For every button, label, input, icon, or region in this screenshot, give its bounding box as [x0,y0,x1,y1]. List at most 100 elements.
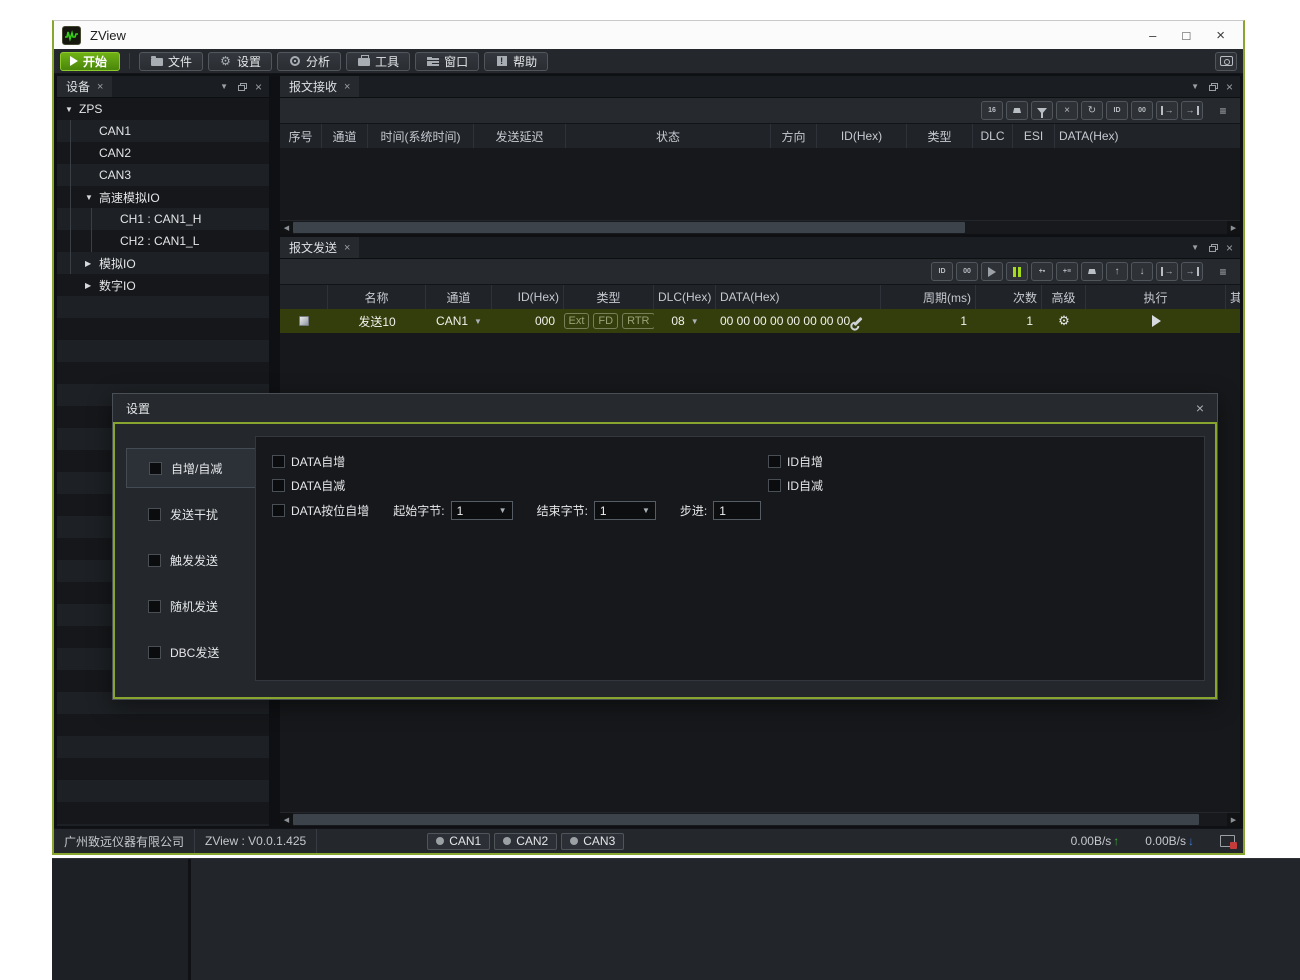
menu-button-settings[interactable]: ⚙ 设置 [208,52,272,71]
can3-status-button[interactable]: CAN3 [561,833,624,850]
menu-button-window[interactable]: 窗口 [415,52,479,71]
screenshot-button[interactable] [1215,52,1237,71]
dialog-tab-random-send[interactable]: 随机发送 [126,586,255,626]
panel-dropdown-icon[interactable]: ▼ [220,82,228,91]
clear-icon[interactable] [1006,101,1028,120]
tree-item-can2[interactable]: CAN2 [57,142,269,164]
edit-data-icon[interactable] [853,316,862,325]
frame-id[interactable]: 000 [492,309,564,333]
id-format-icon[interactable]: ID [931,262,953,281]
tab-close-icon[interactable]: × [344,242,350,254]
can1-status-button[interactable]: CAN1 [427,833,490,850]
send-hscrollbar[interactable]: ◀ ▶ [280,812,1240,826]
checkbox[interactable] [768,455,781,468]
move-down-icon[interactable]: ↓ [1131,262,1153,281]
panel-float-icon[interactable] [1209,246,1216,252]
count-value[interactable]: 1 [976,309,1042,333]
refresh-icon[interactable]: ↻ [1081,101,1103,120]
panel-close-icon[interactable]: × [255,80,262,94]
scroll-right-icon[interactable]: ▶ [1227,813,1240,826]
pause-all-icon[interactable] [1006,262,1028,281]
send-table-row[interactable]: 发送10 CAN1 ▼ 000 Ext FD RTR 08 ▼ [280,309,1240,333]
add-list-icon[interactable]: +≡ [1056,262,1078,281]
checkbox[interactable] [272,504,285,517]
menu-icon[interactable]: ≡ [1212,101,1234,120]
checkbox[interactable] [148,646,161,659]
clear-icon[interactable] [1081,262,1103,281]
tree-item-highspeed-analog-io[interactable]: ▼ 高速模拟IO [57,186,269,208]
checkbox[interactable] [148,600,161,613]
scroll-right-icon[interactable]: ▶ [1227,221,1240,234]
step-input[interactable]: 1 [713,501,761,520]
checkbox[interactable] [272,455,285,468]
data-dec-option[interactable]: DATA自减 [272,477,345,494]
checkbox[interactable] [149,462,162,475]
checkbox[interactable] [148,554,161,567]
expand-icon[interactable]: ▼ [85,193,99,202]
menu-button-help[interactable]: ! 帮助 [484,52,548,71]
move-up-icon[interactable]: ↑ [1106,262,1128,281]
tab-close-icon[interactable]: × [97,81,103,93]
fd-chip[interactable]: FD [593,313,618,329]
scroll-left-icon[interactable]: ◀ [280,221,293,234]
clear-filter-icon[interactable]: × [1056,101,1078,120]
import-icon[interactable]: → [1181,101,1203,120]
tab-send[interactable]: 报文发送 × [280,237,359,258]
end-byte-select[interactable]: 1 ▼ [594,501,656,520]
checkbox[interactable] [272,479,285,492]
menu-button-file[interactable]: 文件 [139,52,203,71]
id-format-icon[interactable]: ID [1106,101,1128,120]
execute-play-icon[interactable] [1152,315,1161,327]
dialog-close-icon[interactable]: × [1196,400,1204,416]
tree-item-analog-io[interactable]: ▶ 模拟IO [57,252,269,274]
collapse-icon[interactable]: ▶ [85,259,99,268]
tree-item-ch2[interactable]: CH2 : CAN1_L [57,230,269,252]
export-icon[interactable]: → [1156,101,1178,120]
panel-close-icon[interactable]: × [1226,241,1233,255]
menu-button-analysis[interactable]: 分析 [277,52,341,71]
frame-data[interactable]: 00 00 00 00 00 00 00 00 [716,309,881,333]
can2-status-button[interactable]: CAN2 [494,833,557,850]
rtr-chip[interactable]: RTR [622,313,654,329]
menu-button-tools[interactable]: 工具 [346,52,410,71]
receive-table-body[interactable] [280,148,1240,220]
maximize-icon[interactable]: □ [1182,29,1190,42]
scroll-left-icon[interactable]: ◀ [280,813,293,826]
filter-icon[interactable] [1031,101,1053,120]
receive-hscrollbar[interactable]: ◀ ▶ [280,220,1240,234]
frame-name[interactable]: 发送10 [328,309,426,333]
time-display-icon[interactable]: 16 [981,101,1003,120]
data-format-icon[interactable]: 00 [956,262,978,281]
export-icon[interactable]: → [1156,262,1178,281]
start-all-icon[interactable] [981,262,1003,281]
id-inc-option[interactable]: ID自增 [768,453,823,470]
channel-select[interactable]: CAN1 ▼ [426,309,492,333]
dialog-tab-dbc-send[interactable]: DBC发送 [126,632,255,672]
panel-float-icon[interactable] [1209,85,1216,91]
period-value[interactable]: 1 [881,309,976,333]
data-format-icon[interactable]: 00 [1131,101,1153,120]
tab-close-icon[interactable]: × [344,81,350,93]
ext-chip[interactable]: Ext [564,313,589,329]
tab-devices[interactable]: 设备 × [57,76,112,97]
tab-receive[interactable]: 报文接收 × [280,76,359,97]
data-inc-option[interactable]: DATA自增 [272,453,345,470]
minimize-icon[interactable]: – [1149,29,1156,42]
tree-item-ch1[interactable]: CH1 : CAN1_H [57,208,269,230]
menu-icon[interactable]: ≡ [1212,262,1234,281]
panel-close-icon[interactable]: × [1226,80,1233,94]
tree-item-can1[interactable]: CAN1 [57,120,269,142]
dialog-tab-trigger-send[interactable]: 触发发送 [126,540,255,580]
checkbox[interactable] [768,479,781,492]
close-icon[interactable]: × [1216,28,1225,43]
tree-item-can3[interactable]: CAN3 [57,164,269,186]
add-frame-icon[interactable]: +▪ [1031,262,1053,281]
start-byte-select[interactable]: 1 ▼ [451,501,513,520]
expand-icon[interactable]: ▼ [65,105,79,114]
checkbox[interactable] [148,508,161,521]
tree-item-digital-io[interactable]: ▶ 数字IO [57,274,269,296]
collapse-icon[interactable]: ▶ [85,281,99,290]
tree-item-zps[interactable]: ▼ ZPS [57,98,269,120]
advanced-gear-icon[interactable]: ⚙ [1058,313,1070,329]
scroll-thumb[interactable] [293,222,965,233]
